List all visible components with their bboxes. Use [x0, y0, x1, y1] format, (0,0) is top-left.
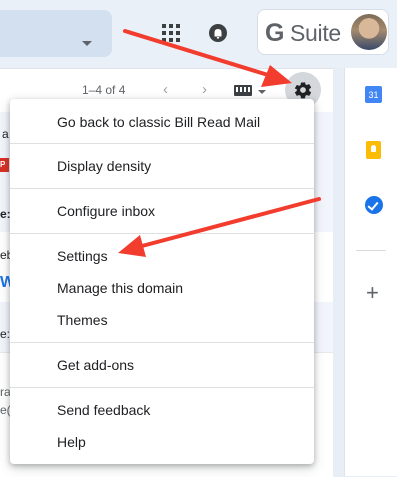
- menu-item-label: Get add-ons: [57, 357, 135, 373]
- search-bar[interactable]: [0, 10, 112, 57]
- menu-divider: [10, 143, 314, 144]
- menu-item-label: Help: [57, 434, 86, 450]
- page-count: 1–4 of 4: [82, 83, 126, 97]
- search-options-caret-icon[interactable]: [82, 41, 92, 46]
- previous-page-button[interactable]: ‹: [163, 81, 168, 98]
- add-addon-icon[interactable]: +: [366, 282, 379, 304]
- next-page-button[interactable]: ›: [202, 81, 207, 98]
- menu-item-label: Send feedback: [57, 402, 151, 418]
- email-attachment-badge: P: [0, 158, 9, 172]
- menu-item-label: Themes: [57, 312, 108, 328]
- gsuite-logo-text: Suite: [290, 20, 341, 46]
- menu-item-label: Go back to classic Bill Read Mail: [57, 114, 261, 130]
- gear-icon: [294, 82, 312, 99]
- keep-icon[interactable]: [366, 141, 381, 159]
- menu-item-label: Settings: [57, 248, 108, 264]
- notifications-bell-icon[interactable]: [208, 23, 228, 43]
- menu-item-settings[interactable]: Settings: [10, 241, 314, 271]
- email-snippet: e:: [0, 327, 11, 341]
- gsuite-account-badge[interactable]: G Suite: [257, 9, 389, 55]
- menu-divider: [10, 342, 314, 343]
- menu-item-manage-domain[interactable]: Manage this domain: [10, 273, 314, 303]
- input-tools-caret-icon[interactable]: [258, 90, 266, 94]
- calendar-icon[interactable]: 31: [365, 86, 382, 103]
- menu-item-themes[interactable]: Themes: [10, 305, 314, 335]
- settings-menu: Go back to classic Bill Read Mail Displa…: [10, 99, 314, 464]
- keyboard-icon[interactable]: [234, 85, 252, 96]
- menu-item-label: Configure inbox: [57, 203, 156, 219]
- menu-item-send-feedback[interactable]: Send feedback: [10, 395, 314, 425]
- menu-divider: [10, 188, 314, 189]
- menu-item-help[interactable]: Help: [10, 427, 314, 457]
- menu-item-classic-mail[interactable]: Go back to classic Bill Read Mail: [10, 107, 314, 137]
- email-snippet: a: [2, 127, 9, 141]
- menu-divider: [10, 387, 314, 388]
- menu-item-get-addons[interactable]: Get add-ons: [10, 350, 314, 380]
- menu-item-configure-inbox[interactable]: Configure inbox: [10, 196, 314, 226]
- tasks-icon[interactable]: [365, 196, 383, 214]
- apps-grid-icon[interactable]: [162, 24, 180, 42]
- avatar[interactable]: [351, 14, 387, 50]
- menu-divider: [10, 233, 314, 234]
- gsuite-logo-g: G: [265, 19, 285, 47]
- menu-item-label: Manage this domain: [57, 280, 184, 296]
- menu-item-label: Display density: [57, 158, 152, 174]
- side-panel: [344, 68, 397, 476]
- top-header: G Suite: [0, 0, 397, 68]
- menu-item-display-density[interactable]: Display density: [10, 151, 314, 181]
- side-panel-divider: [356, 250, 386, 251]
